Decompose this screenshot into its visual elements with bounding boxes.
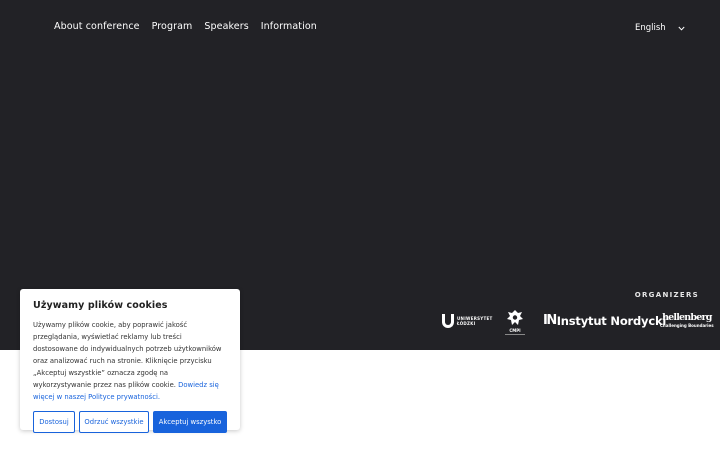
cmpi-logo-text: CMPI bbox=[509, 328, 521, 333]
cmpi-emblem-icon bbox=[507, 310, 523, 325]
cmpi-logo[interactable]: CMPI bbox=[505, 309, 525, 336]
cookie-consent-banner: Używamy plików cookies Używamy plików co… bbox=[20, 289, 240, 433]
ul-logo-line2: ŁÓDZKI bbox=[457, 321, 476, 326]
uniwersytet-lodzki-logo[interactable]: UNIWERSYTET ŁÓDZKI bbox=[442, 314, 493, 328]
hellenberg-logo[interactable]: hellenberg Challenging Boundaries bbox=[660, 313, 714, 328]
instytut-nordycki-logo[interactable]: IN Instytut Nordycki bbox=[543, 313, 666, 328]
hellenberg-wordmark: hellenberg bbox=[662, 312, 712, 323]
reject-all-button[interactable]: Odrzuć wszystkie bbox=[79, 411, 149, 433]
cookie-description: Używamy plików cookie, aby poprawić jako… bbox=[33, 319, 227, 403]
cookie-buttons: Dostosuj Odrzuć wszystkie Akceptuj wszys… bbox=[33, 411, 227, 433]
customize-button[interactable]: Dostosuj bbox=[33, 411, 75, 433]
instytut-mark: IN bbox=[543, 313, 557, 328]
hellenberg-tagline: Challenging Boundaries bbox=[660, 322, 714, 328]
accept-all-button[interactable]: Akceptuj wszystko bbox=[153, 411, 227, 433]
cookie-body-text: Używamy plików cookie, aby poprawić jako… bbox=[33, 321, 222, 389]
instytut-text: Instytut Nordycki bbox=[556, 313, 667, 328]
ul-mark-icon bbox=[442, 314, 454, 328]
cookie-title: Używamy plików cookies bbox=[33, 300, 168, 311]
